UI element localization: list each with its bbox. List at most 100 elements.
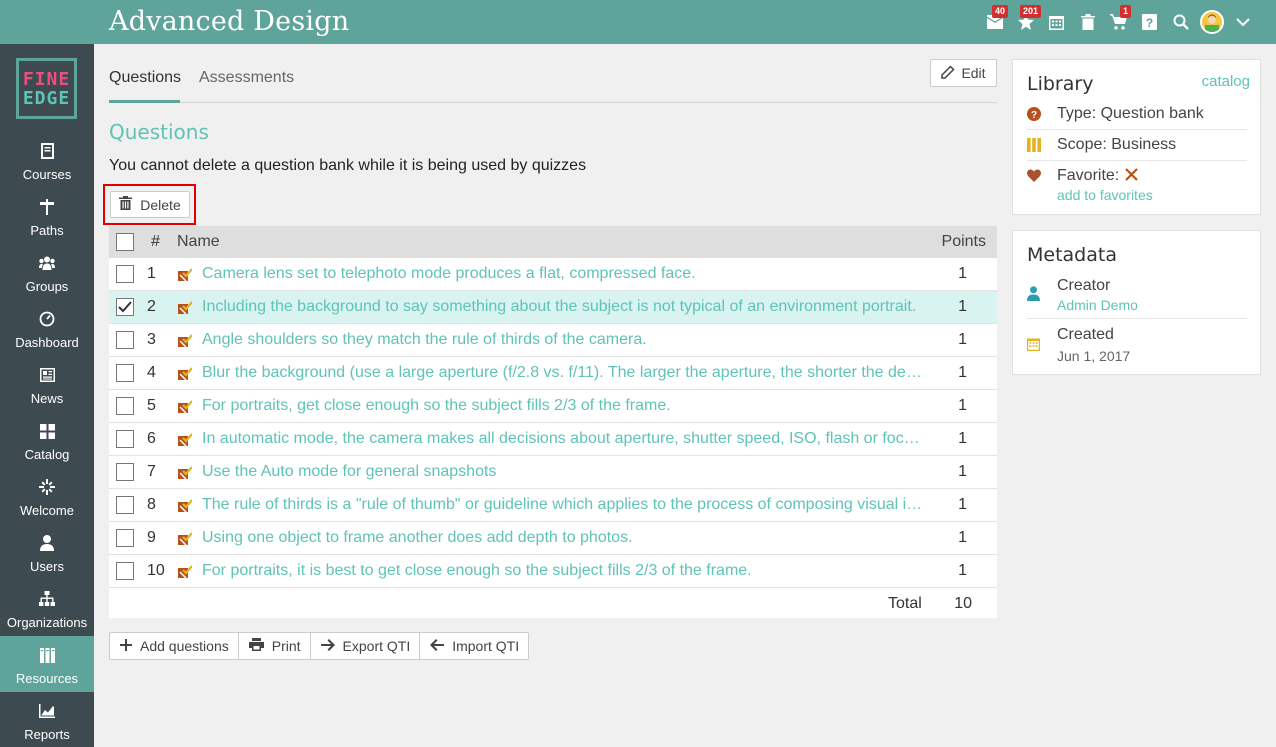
row-checkbox[interactable] [116, 529, 134, 547]
delete-notice: You cannot delete a question bank while … [109, 157, 587, 174]
trash-icon[interactable] [1072, 8, 1103, 36]
question-link[interactable]: In automatic mode, the camera makes all … [202, 430, 924, 448]
table-row[interactable]: 10 For portraits, it is best to get close… [109, 555, 997, 588]
export-qti-button[interactable]: Export QTI [311, 633, 421, 659]
row-checkbox[interactable] [116, 364, 134, 382]
row-number: 9 [147, 529, 156, 546]
row-number: 10 [147, 562, 165, 579]
table-row[interactable]: 7 Use the Auto mode for general snapshots… [109, 456, 997, 489]
delete-button[interactable]: Delete [110, 191, 190, 218]
row-checkbox[interactable] [116, 331, 134, 349]
sidebar-item-label: Paths [30, 223, 64, 238]
sidebar-item-users[interactable]: Users [0, 524, 94, 580]
print-button[interactable]: Print [239, 633, 311, 659]
table-row[interactable]: 3 Angle shoulders so they match the rule … [109, 324, 997, 357]
row-checkbox[interactable] [116, 496, 134, 514]
books-icon [39, 647, 55, 663]
questions-table: # Name Points 1 Camera lens set to teleph… [109, 226, 997, 618]
question-link[interactable]: For portraits, get close enough so the s… [202, 397, 924, 415]
table-row[interactable]: 5 For portraits, get close enough so the … [109, 390, 997, 423]
tab-questions[interactable]: Questions [109, 69, 181, 87]
add-questions-button[interactable]: Add questions [110, 633, 239, 659]
row-checkbox[interactable] [116, 430, 134, 448]
delete-label: Delete [140, 196, 181, 213]
row-number: 8 [147, 496, 156, 513]
question-link[interactable]: Blur the background (use a large apertur… [202, 364, 924, 382]
question-type-icon [178, 399, 193, 414]
sidebar: FINE EDGE Courses Paths Groups Dashboard… [0, 44, 94, 747]
add-to-favorites-link[interactable]: add to favorites [1057, 187, 1153, 203]
total-value: 10 [954, 595, 972, 612]
envelope-icon[interactable]: 40 [979, 5, 1010, 36]
question-link[interactable]: The rule of thirds is a "rule of thumb" … [202, 496, 924, 514]
select-all-checkbox[interactable] [116, 233, 134, 251]
creator-label: Creator [1057, 277, 1111, 294]
sidebar-item-label: Welcome [20, 503, 74, 518]
creator-link[interactable]: Admin Demo [1057, 297, 1138, 313]
table-row[interactable]: 1 Camera lens set to telephoto mode produ… [109, 258, 997, 291]
sidebar-item-courses[interactable]: Courses [0, 132, 94, 188]
arrow-left-icon [430, 638, 445, 654]
question-type-icon [178, 267, 193, 282]
row-points: 1 [958, 331, 967, 348]
heart-icon [1027, 169, 1043, 185]
question-link[interactable]: Camera lens set to telephoto mode produc… [202, 265, 924, 283]
cart-badge: 1 [1120, 5, 1132, 18]
chevron-down-icon[interactable] [1227, 8, 1258, 36]
sidebar-item-paths[interactable]: Paths [0, 188, 94, 244]
library-type: Type: Question bank [1057, 105, 1204, 122]
row-number: 3 [147, 331, 156, 348]
tab-assessments[interactable]: Assessments [199, 69, 294, 87]
row-checkbox[interactable] [116, 397, 134, 415]
favorite-label: Favorite: [1057, 167, 1120, 184]
sidebar-item-catalog[interactable]: Catalog [0, 412, 94, 468]
question-link[interactable]: Use the Auto mode for general snapshots [202, 463, 924, 481]
library-scope-row: Scope: Business [1027, 130, 1247, 161]
catalog-link[interactable]: catalog [1202, 73, 1250, 90]
cart-icon[interactable]: 1 [1103, 5, 1134, 36]
sidebar-item-organizations[interactable]: Organizations [0, 580, 94, 636]
plus-icon [120, 638, 132, 654]
row-checkbox[interactable] [116, 298, 134, 316]
table-row[interactable]: 6 In automatic mode, the camera makes all… [109, 423, 997, 456]
sidebar-item-groups[interactable]: Groups [0, 244, 94, 300]
avatar[interactable] [1196, 8, 1227, 36]
sidebar-item-resources[interactable]: Resources [0, 636, 94, 692]
table-row[interactable]: 2 Including the background to say somethi… [109, 291, 997, 324]
sidebar-item-label: Courses [22, 167, 72, 182]
app-title: Advanced Design [109, 6, 350, 37]
fine-edge-logo[interactable]: FINE EDGE [16, 58, 77, 119]
sidebar-item-dashboard[interactable]: Dashboard [0, 300, 94, 356]
import-qti-button[interactable]: Import QTI [420, 633, 528, 659]
logo-line-2: EDGE [22, 87, 71, 109]
question-link[interactable]: Including the background to say somethin… [202, 298, 924, 316]
table-row[interactable]: 8 The rule of thirds is a "rule of thumb"… [109, 489, 997, 522]
sidebar-item-reports[interactable]: Reports [0, 692, 94, 747]
row-number: 7 [147, 463, 156, 480]
question-link[interactable]: Angle shoulders so they match the rule o… [202, 331, 924, 349]
question-link[interactable]: Using one object to frame another does a… [202, 529, 924, 547]
mail-badge: 40 [992, 5, 1009, 18]
star-icon[interactable]: 201 [1010, 5, 1042, 36]
row-checkbox[interactable] [116, 463, 134, 481]
calendar-icon[interactable] [1041, 8, 1072, 36]
sidebar-item-label: Catalog [24, 447, 70, 462]
column-header-name: Name [177, 233, 220, 250]
row-checkbox[interactable] [116, 562, 134, 580]
row-checkbox[interactable] [116, 265, 134, 283]
help-icon[interactable]: ? [1134, 8, 1165, 36]
question-link[interactable]: For portraits, it is best to get close e… [202, 562, 924, 580]
table-row[interactable]: 9 Using one object to frame another does … [109, 522, 997, 555]
sparkle-icon [39, 479, 55, 495]
gauge-icon [39, 311, 55, 327]
table-row[interactable]: 4 Blur the background (use a large apertu… [109, 357, 997, 390]
question-type-icon [178, 333, 193, 348]
close-icon[interactable] [1125, 168, 1138, 186]
active-tab-indicator [109, 100, 180, 103]
sidebar-item-welcome[interactable]: Welcome [0, 468, 94, 524]
search-icon[interactable] [1165, 8, 1196, 36]
section-title: Questions [109, 120, 209, 144]
edit-button[interactable]: Edit [930, 59, 997, 87]
notifications-badge: 201 [1020, 5, 1042, 18]
sidebar-item-news[interactable]: News [0, 356, 94, 412]
